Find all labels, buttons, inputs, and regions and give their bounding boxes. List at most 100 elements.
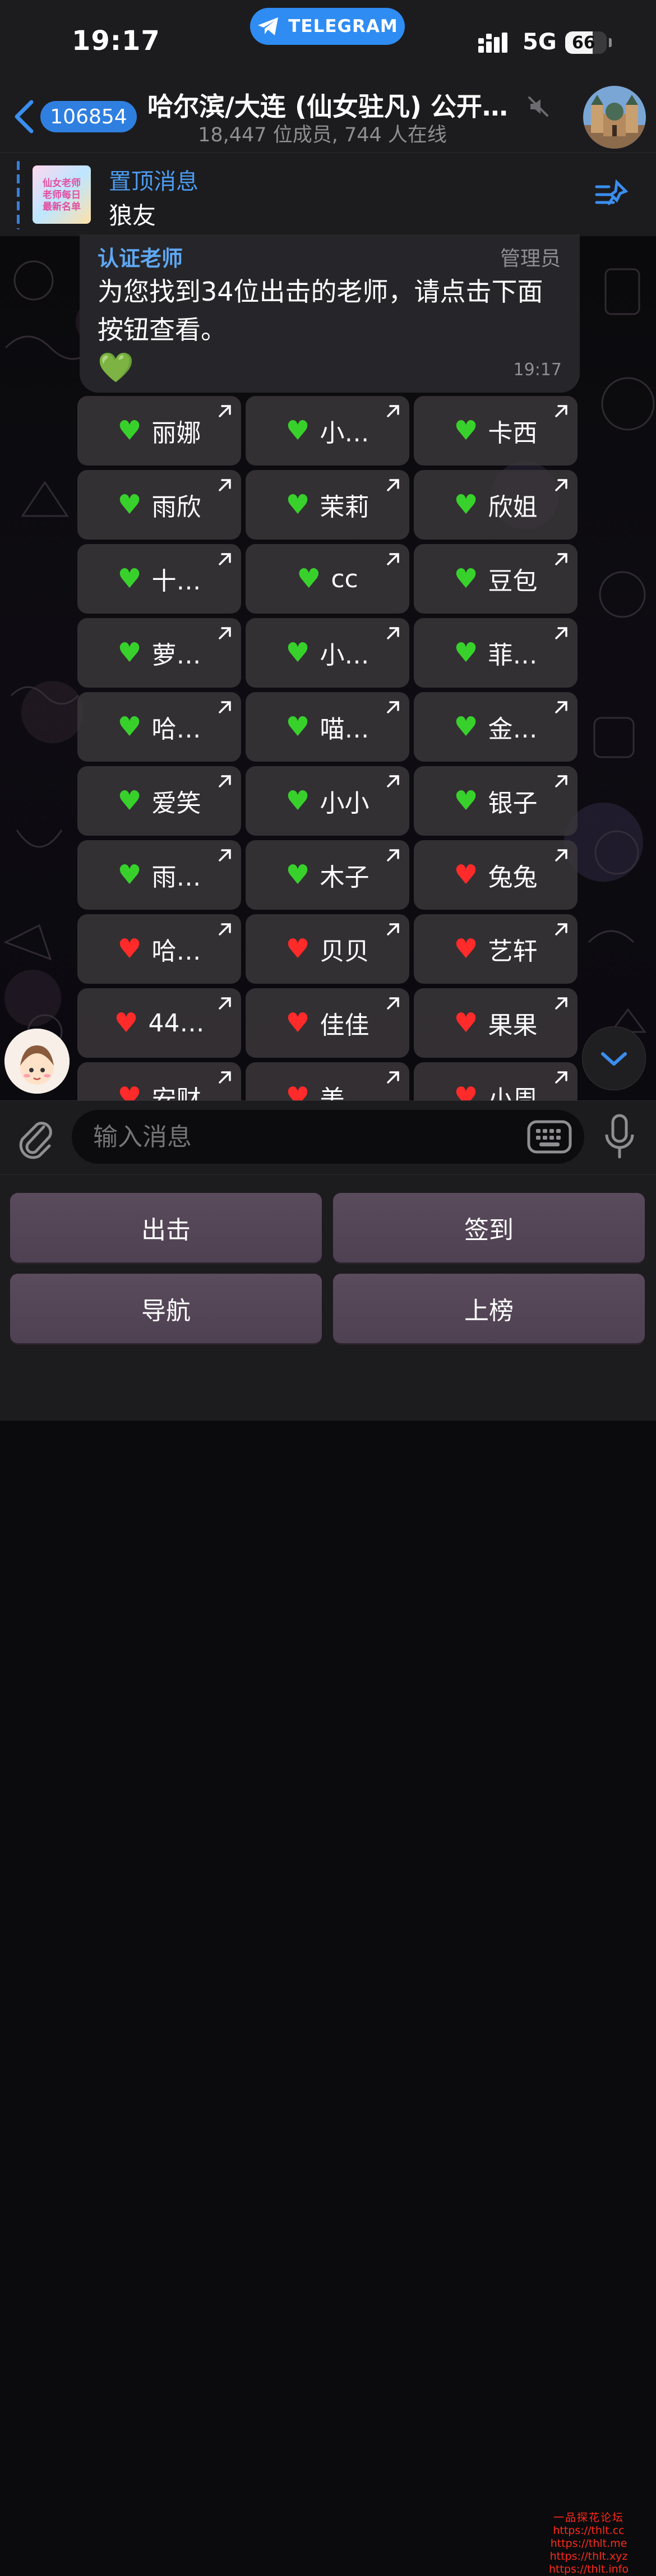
- sender-avatar[interactable]: [4, 1029, 70, 1094]
- reply-keyboard: 出击 签到 导航 上榜 一品探花论坛 https://thlt.cc https…: [0, 1174, 656, 2575]
- attachment-paperclip-icon[interactable]: [15, 1116, 57, 1160]
- reply-button-chuji[interactable]: 出击: [10, 1193, 322, 1262]
- inline-button[interactable]: ♥ 佳佳: [246, 988, 409, 1058]
- inline-button[interactable]: ♥ 美…: [246, 1062, 409, 1102]
- telegram-pill[interactable]: TELEGRAM: [250, 8, 405, 45]
- inline-button-label: 美…: [320, 1085, 369, 1102]
- external-link-arrow-icon: [219, 553, 231, 565]
- inline-button[interactable]: ♥ 雨欣: [77, 470, 241, 540]
- cellular-signal-icon: [478, 33, 507, 53]
- external-link-arrow-icon: [219, 627, 231, 639]
- inline-button[interactable]: ♥ 兔兔: [414, 840, 578, 910]
- inline-button[interactable]: ♥ 小小: [246, 766, 409, 836]
- group-avatar[interactable]: [583, 86, 646, 149]
- external-link-arrow-icon: [387, 849, 399, 861]
- inline-button-label: 银子: [488, 789, 538, 818]
- inline-button[interactable]: ♥ 贝贝: [246, 914, 409, 984]
- message-body: 为您找到34位出击的老师，请点击下面按钮查看。: [98, 277, 543, 345]
- chat-title[interactable]: 哈尔滨/大连 (仙女驻凡) 公开…: [130, 86, 525, 123]
- inline-button-label: cc: [331, 564, 358, 593]
- external-link-arrow-icon: [387, 701, 399, 713]
- inline-button[interactable]: ♥ 菲…: [414, 618, 578, 688]
- inline-button[interactable]: ♥ 小…: [246, 396, 409, 466]
- inline-button[interactable]: ♥ 小…: [246, 618, 409, 688]
- inline-button-label: 兔兔: [488, 863, 538, 892]
- microphone-icon[interactable]: [603, 1113, 636, 1160]
- external-link-arrow-icon: [555, 997, 567, 1010]
- inline-button-label: 艺轩: [488, 937, 538, 966]
- inline-button[interactable]: ♥ 茉莉: [246, 470, 409, 540]
- bot-keyboard-icon[interactable]: [527, 1120, 572, 1154]
- inline-button[interactable]: ♥ 艺轩: [414, 914, 578, 984]
- external-link-arrow-icon: [555, 553, 567, 565]
- reply-button-shangbang[interactable]: 上榜: [333, 1274, 645, 1343]
- inline-button-label: 佳佳: [320, 1011, 369, 1040]
- inline-button[interactable]: ♥ 金…: [414, 692, 578, 762]
- inline-button[interactable]: ♥ 果果: [414, 988, 578, 1058]
- scroll-to-bottom-button[interactable]: [582, 1026, 646, 1090]
- pinned-thumbnail: 仙女老师 老师每日 最新名单: [33, 165, 91, 224]
- inline-button[interactable]: ♥ 44…: [77, 988, 241, 1058]
- external-link-arrow-icon: [555, 1071, 567, 1084]
- pinned-indicator: [17, 161, 20, 229]
- red-heart-icon: ♥: [114, 1007, 138, 1039]
- message-sender[interactable]: 认证老师: [98, 241, 183, 272]
- red-heart-icon: ♥: [454, 859, 478, 891]
- inline-button[interactable]: ♥ 哈…: [77, 914, 241, 984]
- battery-icon: 66: [565, 31, 607, 54]
- inline-button[interactable]: ♥ 雨…: [77, 840, 241, 910]
- green-heart-icon: ♥: [285, 489, 310, 520]
- inline-button[interactable]: ♥ 欣姐: [414, 470, 578, 540]
- inline-button-label: 小周: [488, 1085, 538, 1102]
- red-heart-icon: ♥: [454, 1007, 478, 1039]
- inline-button-label: 萝…: [151, 641, 201, 670]
- inline-button-label: 小小: [320, 789, 369, 818]
- inline-button-label: 茉莉: [320, 493, 369, 522]
- external-link-arrow-icon: [555, 405, 567, 417]
- message-input[interactable]: [72, 1110, 584, 1164]
- green-heart-icon: ♥: [454, 489, 478, 520]
- inline-button-label: 雨欣: [151, 493, 201, 522]
- external-link-arrow-icon: [219, 405, 231, 417]
- inline-button[interactable]: ♥ 安财: [77, 1062, 241, 1102]
- red-heart-icon: ♥: [117, 933, 142, 965]
- inline-button[interactable]: ♥ 小周: [414, 1062, 578, 1102]
- green-heart-icon: ♥: [285, 415, 310, 446]
- external-link-arrow-icon: [387, 479, 399, 491]
- external-link-arrow-icon: [555, 775, 567, 787]
- pinned-text: 狼友: [109, 202, 156, 229]
- reply-button-qiandao[interactable]: 签到: [333, 1193, 645, 1262]
- green-heart-icon: ♥: [117, 859, 142, 891]
- inline-button[interactable]: ♥ 丽娜: [77, 396, 241, 466]
- inline-button[interactable]: ♥ 银子: [414, 766, 578, 836]
- red-heart-icon: ♥: [454, 1081, 478, 1102]
- back-unread-badge[interactable]: 106854: [40, 101, 137, 132]
- inline-button-label: 小…: [320, 641, 369, 670]
- inline-button[interactable]: ♥ cc: [246, 544, 409, 614]
- inline-button-label: 卡西: [488, 419, 538, 448]
- inline-button[interactable]: ♥ 卡西: [414, 396, 578, 466]
- inline-button[interactable]: ♥ 喵…: [246, 692, 409, 762]
- inline-button[interactable]: ♥ 哈…: [77, 692, 241, 762]
- external-link-arrow-icon: [219, 849, 231, 861]
- pinned-list-icon[interactable]: [594, 179, 630, 210]
- green-heart-icon: ♥: [454, 711, 478, 743]
- green-heart-icon: ♥: [454, 415, 478, 446]
- inline-button-label: 十…: [151, 567, 201, 596]
- back-chevron-icon[interactable]: [11, 99, 38, 135]
- pinned-message-bar[interactable]: 仙女老师 老师每日 最新名单 置顶消息 狼友: [0, 153, 656, 236]
- green-heart-icon: ♥: [117, 637, 142, 669]
- inline-button[interactable]: ♥ 萝…: [77, 618, 241, 688]
- cathedral-image: [583, 86, 646, 149]
- inline-button-label: 安财: [151, 1085, 201, 1102]
- external-link-arrow-icon: [219, 1071, 231, 1084]
- inline-button[interactable]: ♥ 豆包: [414, 544, 578, 614]
- message-bubble[interactable]: 认证老师 管理员 为您找到34位出击的老师，请点击下面按钮查看。 💚 19:17: [80, 234, 580, 393]
- inline-button[interactable]: ♥ 木子: [246, 840, 409, 910]
- reply-button-daohang[interactable]: 导航: [10, 1274, 322, 1343]
- inline-button-label: 小…: [320, 419, 369, 448]
- watermark-link: https://thlt.cc: [553, 2524, 625, 2537]
- inline-button[interactable]: ♥ 十…: [77, 544, 241, 614]
- inline-button-label: 金…: [488, 715, 538, 744]
- inline-button[interactable]: ♥ 爱笑: [77, 766, 241, 836]
